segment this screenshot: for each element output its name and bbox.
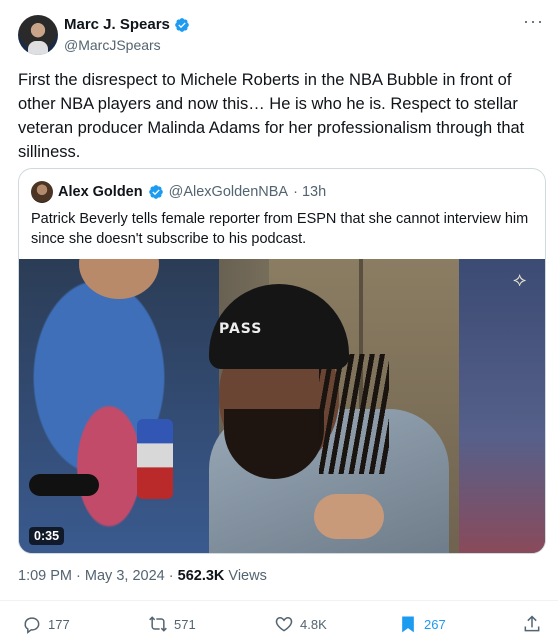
post-time[interactable]: 1:09 PM bbox=[18, 568, 72, 584]
views-count: 562.3K bbox=[177, 568, 225, 584]
repost-icon bbox=[149, 616, 167, 632]
bookmark-button[interactable]: 267 bbox=[398, 614, 446, 634]
bookmark-count: 267 bbox=[424, 616, 446, 632]
video-player[interactable]: PASS ⟡ 0:35 bbox=[19, 259, 545, 553]
like-icon bbox=[275, 616, 293, 632]
reply-count: 177 bbox=[48, 616, 70, 632]
tweet-text: First the disrespect to Michele Roberts … bbox=[18, 71, 525, 161]
video-microphone bbox=[137, 419, 173, 499]
author-name-row: Marc J. Spears bbox=[64, 16, 190, 33]
reply-button[interactable]: 177 bbox=[22, 614, 70, 634]
like-count: 4.8K bbox=[300, 616, 327, 632]
video-reporter-figure bbox=[19, 259, 219, 553]
bookmark-icon bbox=[402, 616, 414, 633]
repost-button[interactable]: 571 bbox=[148, 614, 196, 634]
meta-separator: · bbox=[168, 568, 174, 584]
deer-logo-icon: ⟡ bbox=[513, 269, 527, 291]
meta-separator: · bbox=[76, 568, 81, 584]
quote-author-name[interactable]: Alex Golden bbox=[58, 184, 143, 200]
reply-icon bbox=[24, 617, 40, 634]
verified-badge-icon bbox=[175, 17, 189, 32]
quote-author-avatar[interactable] bbox=[31, 181, 53, 203]
repost-count: 571 bbox=[174, 616, 196, 632]
post-meta: 1:09 PM · May 3, 2024 · 562.3K Views bbox=[18, 568, 267, 584]
quote-text: Patrick Beverly tells female reporter fr… bbox=[31, 211, 529, 247]
share-icon bbox=[524, 615, 540, 632]
post: Marc J. Spears @MarcJSpears ··· First th… bbox=[0, 0, 558, 640]
quoted-post[interactable]: Alex Golden @AlexGoldenNBA · 13h Patrick… bbox=[18, 168, 546, 554]
action-bar: 177 571 4.8K 267 bbox=[0, 606, 558, 640]
share-button[interactable] bbox=[522, 614, 542, 634]
verified-badge-icon bbox=[148, 185, 163, 199]
video-beanie-text: PASS bbox=[219, 321, 263, 337]
views-label: Views bbox=[228, 568, 267, 584]
video-player-hair bbox=[319, 354, 389, 474]
post-date[interactable]: May 3, 2024 bbox=[85, 568, 165, 584]
author-name[interactable]: Marc J. Spears bbox=[64, 16, 170, 33]
video-right-figure bbox=[459, 259, 545, 553]
author-handle[interactable]: @MarcJSpears bbox=[64, 37, 161, 53]
video-duration: 0:35 bbox=[29, 527, 65, 545]
author-avatar[interactable] bbox=[18, 15, 58, 55]
more-icon[interactable]: ··· bbox=[523, 12, 544, 30]
video-microphone-2 bbox=[29, 474, 99, 496]
like-button[interactable]: 4.8K bbox=[274, 614, 327, 634]
quote-author-handle[interactable]: @AlexGoldenNBA bbox=[169, 184, 289, 200]
divider bbox=[0, 600, 558, 601]
quote-time[interactable]: · 13h bbox=[293, 184, 326, 200]
video-hand bbox=[314, 494, 384, 539]
quote-header: Alex Golden @AlexGoldenNBA · 13h bbox=[31, 181, 326, 203]
